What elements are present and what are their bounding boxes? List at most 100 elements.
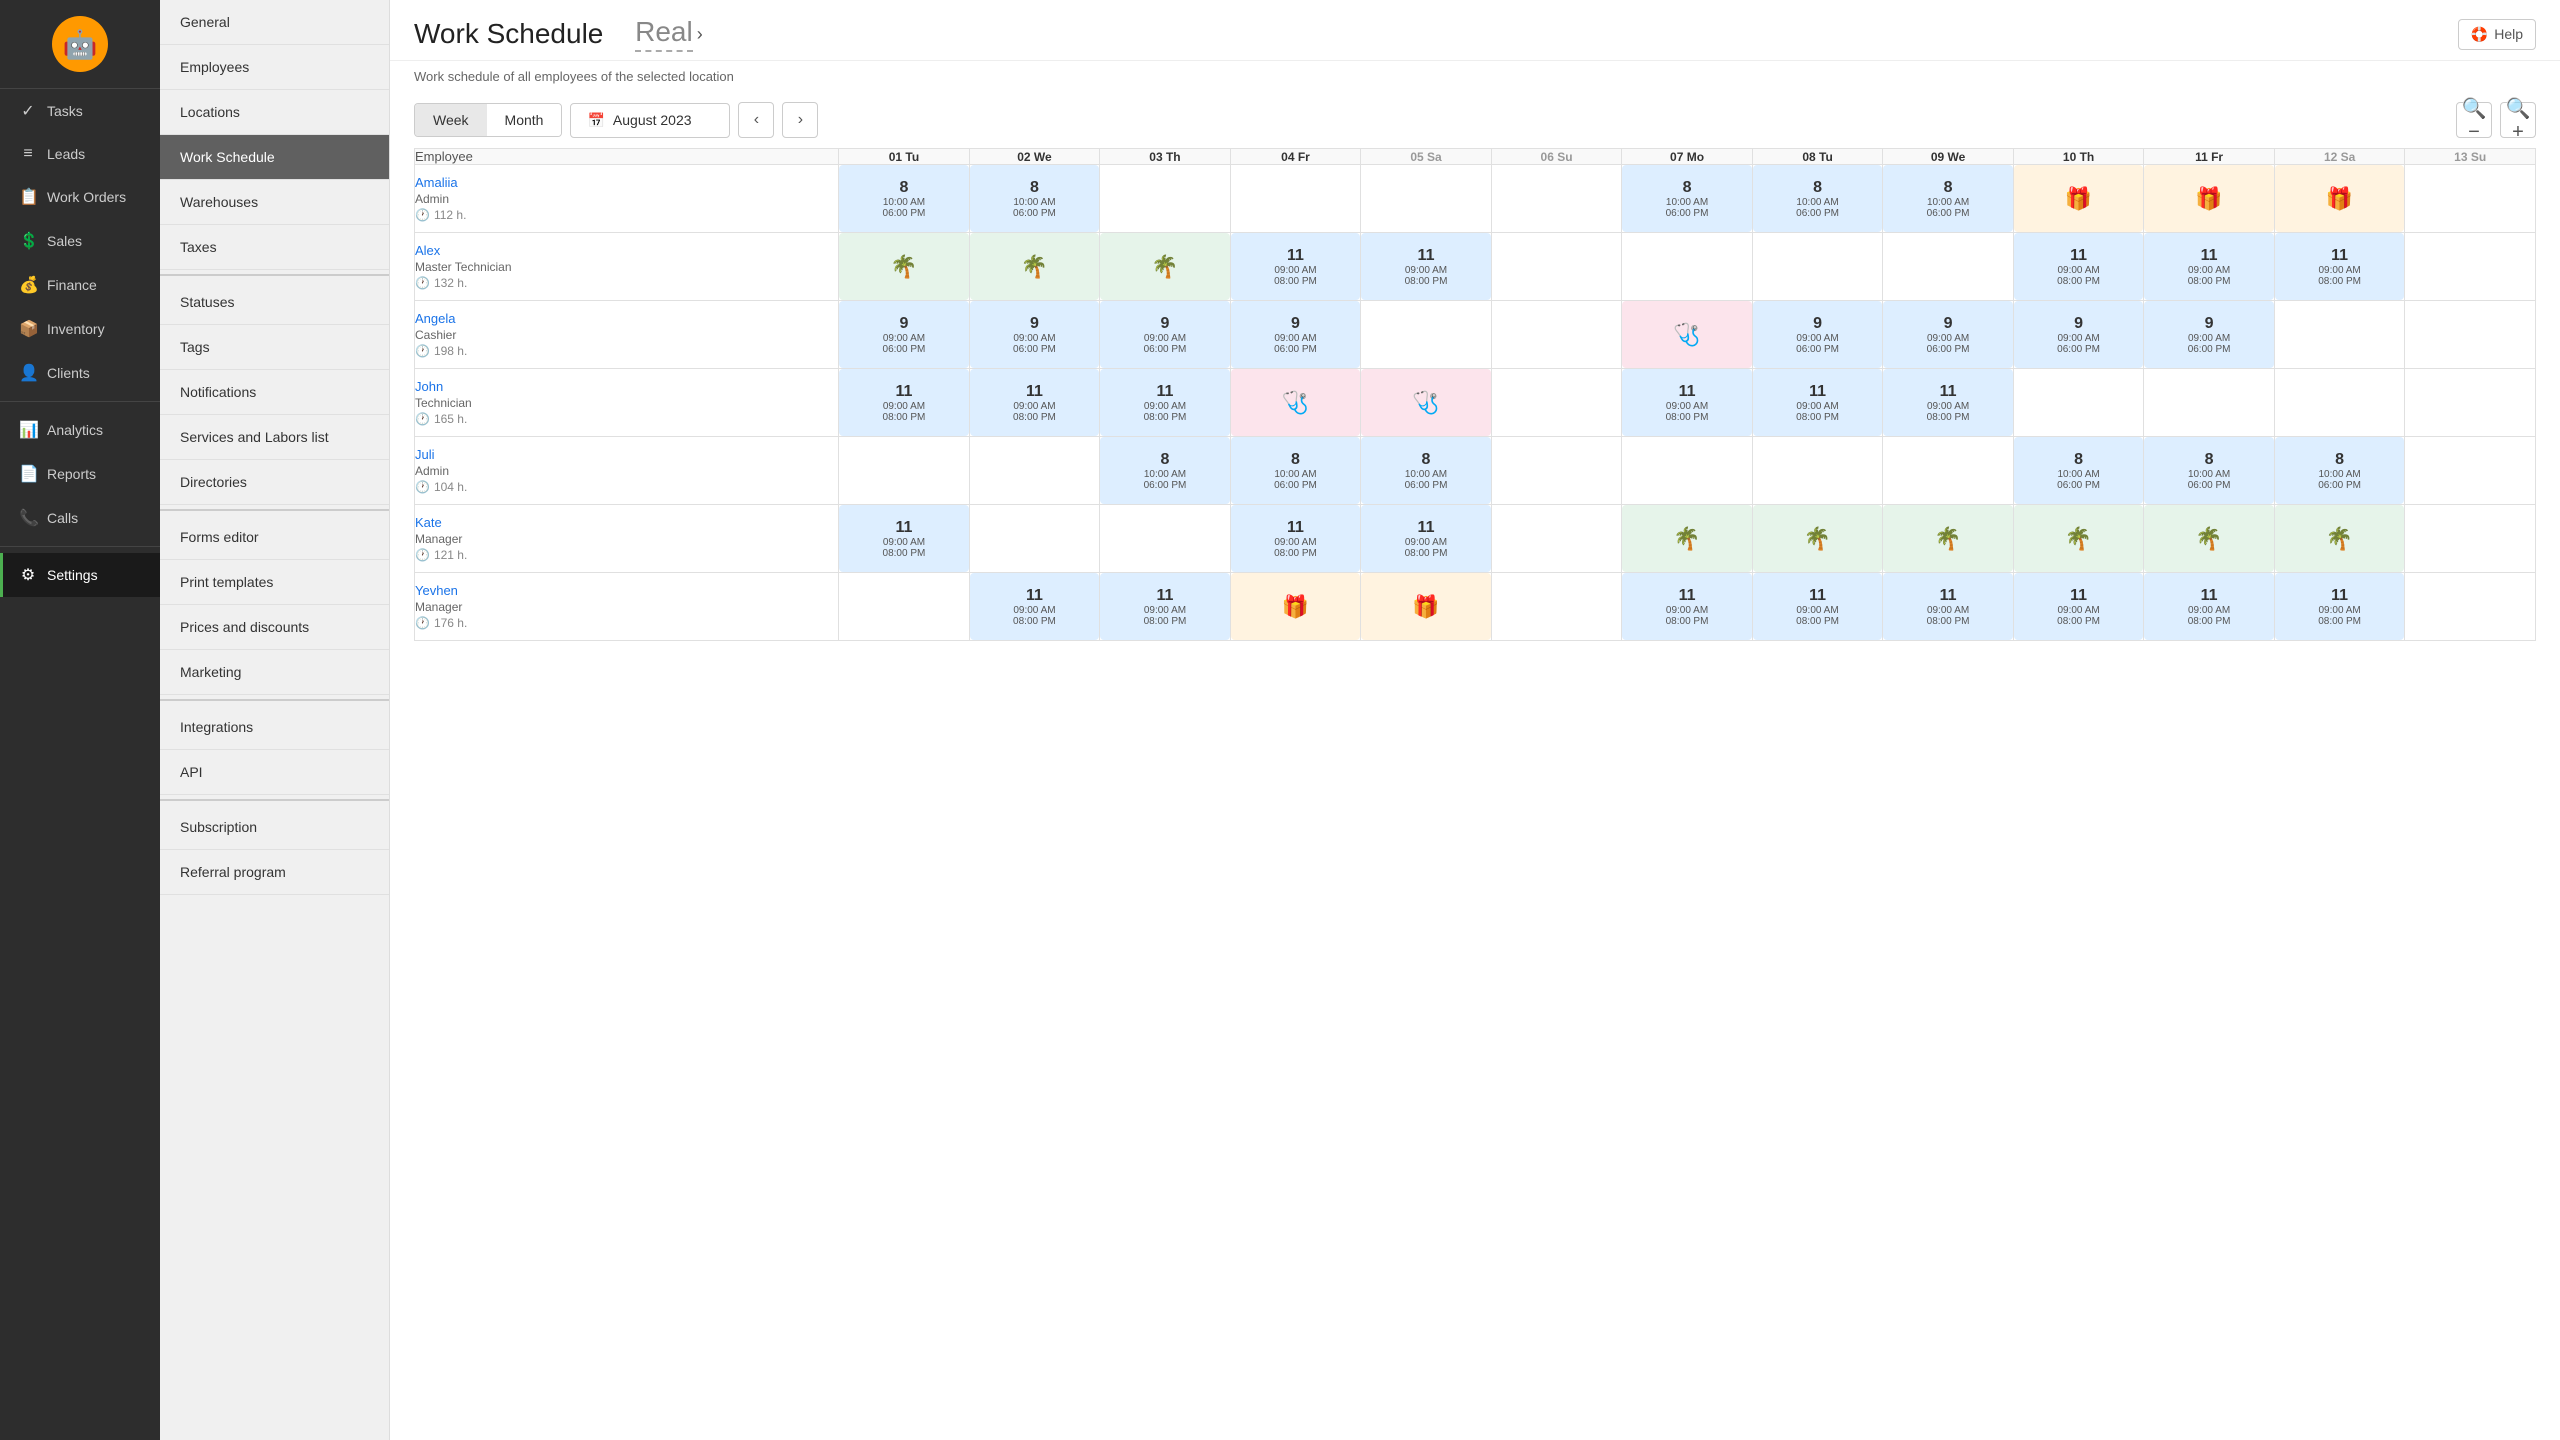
- schedule-cell[interactable]: 11 09:00 AM 08:00 PM: [2013, 233, 2144, 301]
- schedule-cell[interactable]: 🌴: [969, 233, 1100, 301]
- schedule-cell[interactable]: [1752, 437, 1883, 505]
- prev-period-button[interactable]: ‹: [738, 102, 774, 138]
- schedule-cell[interactable]: [1230, 165, 1361, 233]
- sidebar-item-notifications[interactable]: Notifications: [160, 370, 389, 415]
- schedule-cell[interactable]: 9 09:00 AM 06:00 PM: [1752, 301, 1883, 369]
- schedule-cell[interactable]: 11 09:00 AM 08:00 PM: [1100, 573, 1231, 641]
- nav-item-leads[interactable]: ≡ Leads: [0, 133, 160, 175]
- employee-name[interactable]: Angela: [415, 311, 455, 326]
- sidebar-item-tags[interactable]: Tags: [160, 325, 389, 370]
- sidebar-item-marketing[interactable]: Marketing: [160, 650, 389, 695]
- schedule-cell[interactable]: 8 10:00 AM 06:00 PM: [1100, 437, 1231, 505]
- schedule-cell[interactable]: 🌴: [839, 233, 970, 301]
- schedule-cell[interactable]: [2013, 369, 2144, 437]
- schedule-cell[interactable]: 8 10:00 AM 06:00 PM: [1752, 165, 1883, 233]
- schedule-cell[interactable]: [969, 437, 1100, 505]
- schedule-cell[interactable]: [1883, 437, 2014, 505]
- schedule-cell[interactable]: [2144, 369, 2275, 437]
- sidebar-item-general[interactable]: General: [160, 0, 389, 45]
- schedule-cell[interactable]: 9 09:00 AM 06:00 PM: [1883, 301, 2014, 369]
- schedule-cell[interactable]: 🌴: [2274, 505, 2405, 573]
- schedule-cell[interactable]: 11 09:00 AM 08:00 PM: [1100, 369, 1231, 437]
- sidebar-item-warehouses[interactable]: Warehouses: [160, 180, 389, 225]
- schedule-cell[interactable]: 9 09:00 AM 06:00 PM: [969, 301, 1100, 369]
- schedule-cell[interactable]: [2405, 165, 2536, 233]
- sidebar-item-employees[interactable]: Employees: [160, 45, 389, 90]
- schedule-cell[interactable]: [1622, 233, 1753, 301]
- nav-item-analytics[interactable]: 📊 Analytics: [0, 408, 160, 452]
- schedule-cell[interactable]: [2405, 369, 2536, 437]
- schedule-cell[interactable]: 11 09:00 AM 08:00 PM: [1361, 505, 1492, 573]
- view-week-button[interactable]: Week: [415, 104, 487, 136]
- nav-item-tasks[interactable]: ✓ Tasks: [0, 89, 160, 133]
- zoom-in-button[interactable]: 🔍+: [2500, 102, 2536, 138]
- schedule-cell[interactable]: 11 09:00 AM 08:00 PM: [1883, 573, 2014, 641]
- schedule-cell[interactable]: 🌴: [2144, 505, 2275, 573]
- schedule-cell[interactable]: 🎁: [2144, 165, 2275, 233]
- schedule-cell[interactable]: 11 09:00 AM 08:00 PM: [1622, 369, 1753, 437]
- schedule-cell[interactable]: 9 09:00 AM 06:00 PM: [839, 301, 970, 369]
- sidebar-item-print-templates[interactable]: Print templates: [160, 560, 389, 605]
- schedule-cell[interactable]: 🎁: [1361, 573, 1492, 641]
- schedule-cell[interactable]: 11 09:00 AM 08:00 PM: [2144, 573, 2275, 641]
- schedule-cell[interactable]: 11 09:00 AM 08:00 PM: [2013, 573, 2144, 641]
- schedule-cell[interactable]: 8 10:00 AM 06:00 PM: [2274, 437, 2405, 505]
- schedule-cell[interactable]: 9 09:00 AM 06:00 PM: [1230, 301, 1361, 369]
- sidebar-item-services-labors[interactable]: Services and Labors list: [160, 415, 389, 460]
- schedule-cell[interactable]: 9 09:00 AM 06:00 PM: [1100, 301, 1231, 369]
- schedule-cell[interactable]: [969, 505, 1100, 573]
- schedule-cell[interactable]: [1491, 369, 1622, 437]
- title-dropdown[interactable]: Real ›: [635, 16, 703, 52]
- schedule-cell[interactable]: 🩺: [1361, 369, 1492, 437]
- schedule-cell[interactable]: [2405, 301, 2536, 369]
- schedule-cell[interactable]: 11 09:00 AM 08:00 PM: [1361, 233, 1492, 301]
- sidebar-item-taxes[interactable]: Taxes: [160, 225, 389, 270]
- schedule-cell[interactable]: 🎁: [1230, 573, 1361, 641]
- nav-item-settings[interactable]: ⚙ Settings: [0, 553, 160, 597]
- employee-name[interactable]: John: [415, 379, 443, 394]
- schedule-cell[interactable]: [2274, 369, 2405, 437]
- schedule-cell[interactable]: 🩺: [1622, 301, 1753, 369]
- schedule-cell[interactable]: [2405, 437, 2536, 505]
- schedule-cell[interactable]: [2405, 233, 2536, 301]
- schedule-cell[interactable]: 8 10:00 AM 06:00 PM: [839, 165, 970, 233]
- sidebar-item-forms-editor[interactable]: Forms editor: [160, 515, 389, 560]
- schedule-cell[interactable]: [1491, 233, 1622, 301]
- schedule-cell[interactable]: [1491, 301, 1622, 369]
- schedule-cell[interactable]: 11 09:00 AM 08:00 PM: [1752, 573, 1883, 641]
- schedule-cell[interactable]: [1491, 437, 1622, 505]
- schedule-cell[interactable]: 🌴: [1622, 505, 1753, 573]
- nav-item-reports[interactable]: 📄 Reports: [0, 452, 160, 496]
- sidebar-item-integrations[interactable]: Integrations: [160, 705, 389, 750]
- schedule-cell[interactable]: 11 09:00 AM 08:00 PM: [839, 369, 970, 437]
- schedule-cell[interactable]: 🌴: [1752, 505, 1883, 573]
- schedule-cell[interactable]: [1361, 301, 1492, 369]
- schedule-cell[interactable]: 8 10:00 AM 06:00 PM: [1883, 165, 2014, 233]
- schedule-cell[interactable]: [839, 573, 970, 641]
- schedule-cell[interactable]: 11 09:00 AM 08:00 PM: [1230, 233, 1361, 301]
- schedule-cell[interactable]: [1491, 573, 1622, 641]
- schedule-cell[interactable]: [839, 437, 970, 505]
- schedule-cell[interactable]: 🩺: [1230, 369, 1361, 437]
- schedule-cell[interactable]: 🎁: [2013, 165, 2144, 233]
- sidebar-item-directories[interactable]: Directories: [160, 460, 389, 505]
- next-period-button[interactable]: ›: [782, 102, 818, 138]
- sidebar-item-locations[interactable]: Locations: [160, 90, 389, 135]
- employee-name[interactable]: Alex: [415, 243, 440, 258]
- schedule-cell[interactable]: [1361, 165, 1492, 233]
- schedule-container[interactable]: Employee 01 Tu02 We03 Th04 Fr05 Sa06 Su0…: [390, 148, 2560, 1440]
- schedule-cell[interactable]: 9 09:00 AM 06:00 PM: [2013, 301, 2144, 369]
- employee-name[interactable]: Kate: [415, 515, 442, 530]
- schedule-cell[interactable]: 🎁: [2274, 165, 2405, 233]
- schedule-cell[interactable]: 8 10:00 AM 06:00 PM: [2013, 437, 2144, 505]
- sidebar-item-statuses[interactable]: Statuses: [160, 280, 389, 325]
- schedule-cell[interactable]: 8 10:00 AM 06:00 PM: [1361, 437, 1492, 505]
- schedule-cell[interactable]: [2405, 505, 2536, 573]
- help-button[interactable]: 🛟 Help: [2458, 19, 2536, 50]
- schedule-cell[interactable]: [1622, 437, 1753, 505]
- sidebar-item-work-schedule[interactable]: Work Schedule: [160, 135, 389, 180]
- schedule-cell[interactable]: 8 10:00 AM 06:00 PM: [2144, 437, 2275, 505]
- zoom-out-button[interactable]: 🔍−: [2456, 102, 2492, 138]
- schedule-cell[interactable]: 11 09:00 AM 08:00 PM: [969, 369, 1100, 437]
- nav-item-finance[interactable]: 💰 Finance: [0, 263, 160, 307]
